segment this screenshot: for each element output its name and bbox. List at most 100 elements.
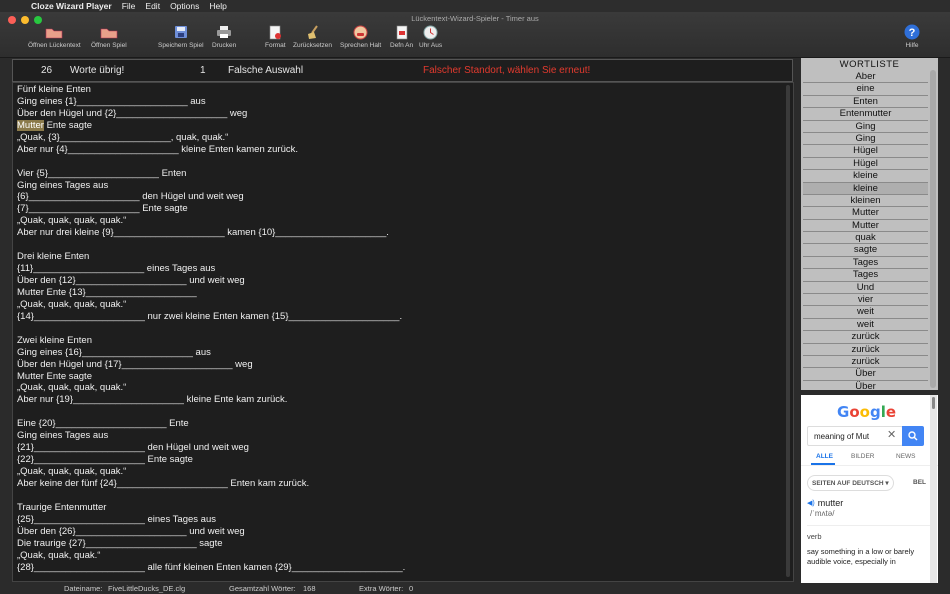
cloze-line[interactable]: Fünf kleine Enten	[17, 84, 405, 96]
format-button[interactable]: Format	[265, 24, 286, 49]
word-list-item[interactable]: sagte	[803, 244, 928, 257]
word-list-item[interactable]: zurück	[803, 356, 928, 369]
word-list-item[interactable]: zurück	[803, 331, 928, 344]
save-game-button[interactable]: Speichern Spiel	[158, 24, 204, 49]
cloze-text-pane[interactable]: Fünf kleine Enten Ging eines {1}_________…	[12, 82, 794, 582]
cloze-line[interactable]: Mutter Ente sagte	[17, 119, 405, 132]
word-list-item[interactable]: Mutter	[803, 207, 928, 220]
word-list-item[interactable]: Tages	[803, 257, 928, 270]
reset-button[interactable]: Zurücksetzen	[293, 24, 332, 49]
cloze-line[interactable]	[17, 239, 405, 251]
cloze-text[interactable]: Fünf kleine Enten Ging eines {1}_________…	[17, 84, 405, 573]
cloze-line[interactable]: {11}_____________________ eines Tages au…	[17, 263, 405, 275]
open-cloze-button[interactable]: Öffnen Lückentext	[28, 24, 81, 49]
cloze-line[interactable]: Ging eines Tages aus	[17, 430, 405, 442]
cloze-line[interactable]: Über den {12}_____________________ und w…	[17, 275, 405, 287]
cloze-line[interactable]: {21}_____________________ den Hügel und …	[17, 442, 405, 454]
cloze-line[interactable]: {6}_____________________ den Hügel und w…	[17, 191, 405, 203]
cloze-line[interactable]: Aber nur {4}_____________________ kleine…	[17, 144, 405, 156]
word-list-item[interactable]: Hügel	[803, 145, 928, 158]
cloze-line[interactable]: Die traurige {27}_____________________ s…	[17, 538, 405, 550]
cloze-line[interactable]: Zwei kleine Enten	[17, 335, 405, 347]
word-list-item[interactable]: Tages	[803, 269, 928, 282]
cloze-line[interactable]: „Quak, {3}_____________________, quak, q…	[17, 132, 405, 144]
cloze-line[interactable]	[17, 490, 405, 502]
words-left-count: 26	[41, 65, 53, 76]
search-button[interactable]	[902, 426, 924, 446]
cloze-line[interactable]: „Quak, quak, quak, quak.“	[17, 215, 405, 227]
word-list-item[interactable]: Entenmutter	[803, 108, 928, 121]
cloze-line[interactable]: Traurige Entenmutter	[17, 502, 405, 514]
filter-chip-2[interactable]: BEL	[913, 479, 926, 486]
word-list-item[interactable]: Mutter	[803, 220, 928, 233]
word-list-item[interactable]: eine	[803, 83, 928, 96]
cloze-line[interactable]: Aber keine der fünf {24}________________…	[17, 478, 405, 490]
speak-stop-button[interactable]: Sprechen Halt	[340, 24, 381, 49]
selected-word[interactable]: Mutter	[17, 119, 44, 131]
cloze-line[interactable]: {28}_____________________ alle fünf klei…	[17, 562, 405, 574]
tab-news[interactable]: NEWS	[896, 453, 916, 460]
word-list-item[interactable]: Und	[803, 282, 928, 295]
word-list-item[interactable]: kleine	[803, 170, 928, 183]
menu-edit[interactable]: Edit	[145, 1, 160, 11]
cloze-line[interactable]: Eine {20}_____________________ Ente	[17, 418, 405, 430]
word-list-item[interactable]: kleine	[803, 182, 928, 195]
cloze-line[interactable]	[17, 323, 405, 335]
cloze-line[interactable]: Über den Hügel und {17}_________________…	[17, 359, 405, 371]
cloze-line[interactable]: „Quak, quak, quak, quak.“	[17, 382, 405, 394]
cloze-line[interactable]: „Quak, quak, quak.“	[17, 550, 405, 562]
cloze-line[interactable]: Ging eines Tages aus	[17, 180, 405, 192]
word-list-item[interactable]: vier	[803, 294, 928, 307]
help-button[interactable]: ? Hilfe	[903, 24, 921, 49]
cloze-line[interactable]: Über den {26}_____________________ und w…	[17, 526, 405, 538]
definition-on-button[interactable]: Defn An	[390, 24, 413, 49]
clock-off-button[interactable]: Uhr Aus	[419, 24, 442, 49]
app-menu[interactable]: Cloze Wizard Player	[31, 1, 112, 11]
cloze-line[interactable]: Aber nur {19}_____________________ klein…	[17, 394, 405, 406]
word-list-item[interactable]: Über	[803, 368, 928, 381]
tab-images[interactable]: BILDER	[851, 453, 874, 460]
wrong-count: 1	[200, 65, 206, 76]
word-list-item[interactable]: weit	[803, 319, 928, 332]
cloze-line[interactable]: {7}_____________________ Ente sagte	[17, 203, 405, 215]
menu-options[interactable]: Options	[170, 1, 199, 11]
word-list-item[interactable]: kleinen	[803, 195, 928, 208]
word-list-item[interactable]: zurück	[803, 344, 928, 356]
word-list-item[interactable]: Hügel	[803, 158, 928, 171]
language-filter-chip[interactable]: SEITEN AUF DEUTSCH ▾	[807, 475, 894, 491]
cloze-line[interactable]: Mutter Ente {13}_____________________	[17, 287, 405, 299]
menu-help[interactable]: Help	[209, 1, 226, 11]
word-list[interactable]: WORTLISTE Aber eine Enten Entenmutter Ging Gi…	[801, 58, 938, 390]
tab-all[interactable]: ALLE	[816, 453, 833, 460]
word-list-item[interactable]: Ging	[803, 121, 928, 133]
cloze-line[interactable]: {25}_____________________ eines Tages au…	[17, 514, 405, 526]
cloze-line[interactable]: Vier {5}_____________________ Enten	[17, 168, 405, 180]
browser-scrollbar[interactable]	[930, 395, 937, 583]
word-list-item[interactable]: Über	[803, 381, 928, 390]
cloze-line[interactable]: Ging eines {1}_____________________ aus	[17, 96, 405, 108]
word-list-item[interactable]: Enten	[803, 96, 928, 109]
cloze-line[interactable]	[17, 406, 405, 418]
word-list-item[interactable]: quak	[803, 232, 928, 245]
cloze-line[interactable]: Drei kleine Enten	[17, 251, 405, 263]
cloze-line[interactable]	[17, 156, 405, 168]
print-button[interactable]: Drucken	[212, 24, 236, 49]
word-list-scrollbar[interactable]	[930, 70, 936, 388]
text-scrollbar[interactable]	[784, 85, 792, 577]
cloze-line[interactable]: Mutter Ente sagte	[17, 371, 405, 383]
pdf-document-icon	[393, 24, 411, 40]
cloze-line[interactable]: „Quak, quak, quak, quak.“	[17, 299, 405, 311]
cloze-line[interactable]: {22}_____________________ Ente sagte	[17, 454, 405, 466]
word-list-item[interactable]: Aber	[803, 71, 928, 84]
cloze-line[interactable]: Ging eines {16}_____________________ aus	[17, 347, 405, 359]
speaker-icon[interactable]: ◀)	[807, 499, 815, 507]
word-list-item[interactable]: weit	[803, 306, 928, 319]
cloze-line[interactable]: {14}_____________________ nur zwei klein…	[17, 311, 405, 323]
open-game-button[interactable]: Öffnen Spiel	[91, 24, 127, 49]
cloze-line[interactable]: Aber nur drei kleine {9}________________…	[17, 227, 405, 239]
menu-file[interactable]: File	[122, 1, 136, 11]
cloze-line[interactable]: „Quak, quak, quak, quak.“	[17, 466, 405, 478]
clear-icon[interactable]: ✕	[887, 428, 896, 441]
word-list-item[interactable]: Ging	[803, 133, 928, 146]
cloze-line[interactable]: Über den Hügel und {2}__________________…	[17, 108, 405, 120]
